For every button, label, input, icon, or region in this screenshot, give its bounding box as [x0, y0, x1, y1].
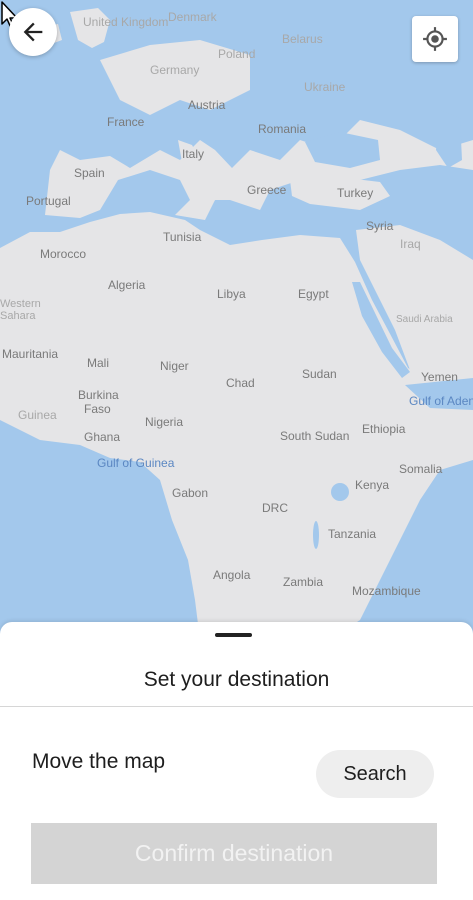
- map-label: United Kingdom: [83, 15, 169, 29]
- map-label: Austria: [188, 98, 226, 112]
- move-map-hint: Move the map: [32, 750, 166, 773]
- map-label: Somalia: [399, 462, 443, 476]
- map-label: Mozambique: [352, 584, 421, 598]
- map-label: Niger: [160, 359, 189, 373]
- map-label: Libya: [217, 287, 246, 301]
- map-label: Turkey: [337, 186, 374, 200]
- map-view[interactable]: United Kingdom Denmark Poland Belarus Ge…: [0, 0, 473, 640]
- map-label: Gulf of Guinea: [97, 456, 175, 470]
- map-label: Chad: [226, 376, 255, 390]
- confirm-destination-button[interactable]: Confirm destination: [31, 823, 437, 884]
- map-label: Belarus: [282, 32, 323, 46]
- map-label: Italy: [182, 147, 205, 161]
- map-label: Greece: [247, 183, 287, 197]
- map-label: Ethiopia: [362, 422, 406, 436]
- back-button[interactable]: [9, 8, 57, 56]
- search-button[interactable]: Search: [316, 750, 434, 798]
- map-label: Gulf of Aden: [409, 394, 473, 408]
- map-label: Angola: [213, 568, 251, 582]
- map-label: Saudi Arabia: [396, 314, 453, 325]
- map-label: Germany: [150, 63, 200, 77]
- map-label: Western Sahara: [0, 298, 41, 322]
- map-label: Burkina: [78, 388, 119, 402]
- map-label: Romania: [258, 122, 307, 136]
- map-label: Portugal: [26, 194, 71, 208]
- my-location-icon: [423, 27, 447, 51]
- map-label: Sudan: [302, 367, 337, 381]
- map-label: Kenya: [355, 478, 390, 492]
- map-label: Faso: [84, 402, 111, 416]
- sheet-title: Set your destination: [143, 668, 330, 691]
- map-label: Syria: [366, 219, 394, 233]
- divider: [0, 706, 473, 707]
- map-label: South Sudan: [280, 429, 350, 443]
- map-label: Algeria: [108, 278, 146, 292]
- my-location-button[interactable]: [412, 16, 458, 62]
- map-label: Ukraine: [304, 80, 346, 94]
- map-label: Tunisia: [163, 230, 202, 244]
- map-label: Zambia: [283, 575, 324, 589]
- drag-handle[interactable]: [215, 633, 252, 637]
- map-label: Morocco: [40, 247, 87, 261]
- map-label: Spain: [74, 166, 105, 180]
- map-label: Gabon: [172, 486, 209, 500]
- map-label: Denmark: [168, 10, 217, 24]
- map-label: Egypt: [298, 287, 329, 301]
- map-label: Iraq: [400, 237, 421, 251]
- map-label: Yemen: [421, 370, 458, 384]
- map-label: France: [107, 115, 145, 129]
- map-label: Guinea: [18, 408, 57, 422]
- map-label: Mauritania: [2, 347, 59, 361]
- arrow-left-icon: [23, 22, 43, 42]
- map-label: Mali: [87, 356, 110, 370]
- map-label: Poland: [218, 47, 256, 61]
- map-label: Ghana: [84, 430, 121, 444]
- map-label: Nigeria: [145, 415, 184, 429]
- map-label: DRC: [262, 501, 288, 515]
- map-label: Tanzania: [328, 527, 377, 541]
- bottom-sheet: Set your destination Move the map Search…: [0, 622, 473, 900]
